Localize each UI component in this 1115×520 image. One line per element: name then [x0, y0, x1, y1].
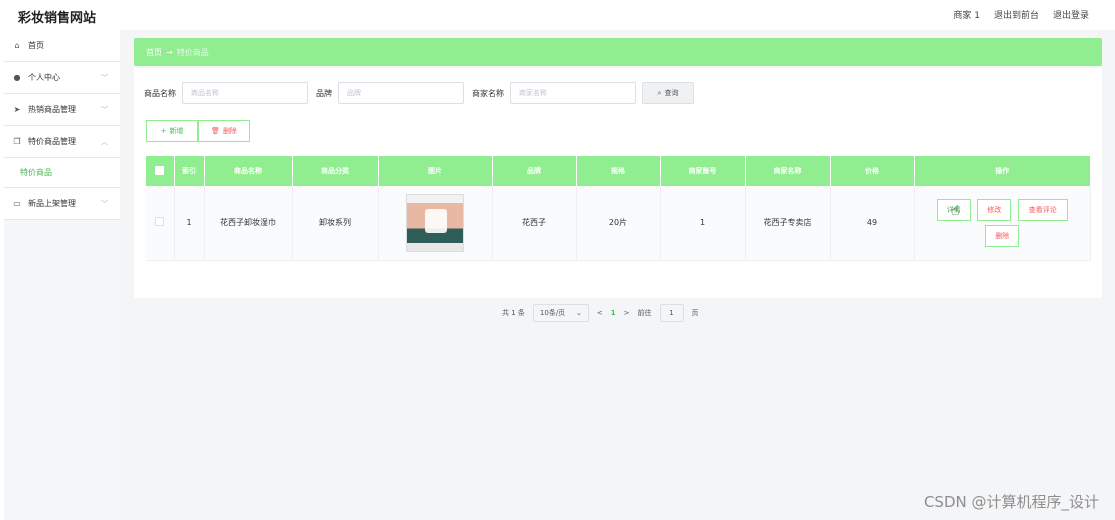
column-header[interactable]: 商品名称	[204, 156, 293, 186]
cell-merchant-account: 1	[660, 186, 746, 261]
breadcrumb-current: 特价商品	[176, 47, 209, 57]
chevron-down-icon: ﹀	[101, 74, 108, 82]
product-name-label: 商品名称	[144, 88, 176, 98]
merchant-name-label: 商家名称	[472, 88, 504, 98]
sidebar-item-label: 新品上架管理	[28, 199, 76, 208]
chevron-up-icon: ︿	[101, 138, 108, 146]
cell-merchant-name: 花西子专卖店	[745, 186, 831, 261]
add-button[interactable]: + 新增	[146, 120, 198, 142]
sidebar-item-new-products[interactable]: ▭ 新品上架管理 ﹀	[4, 188, 120, 220]
plus-icon: +	[160, 127, 167, 135]
home-icon: ⌂	[14, 41, 20, 50]
breadcrumb-arrow: →	[166, 47, 173, 57]
add-button-label: 新增	[169, 127, 184, 135]
column-header[interactable]: 索引	[174, 156, 205, 186]
column-header[interactable]: 价格	[830, 156, 915, 186]
select-all-checkbox-cell[interactable]	[146, 156, 175, 186]
breadcrumb: 首页 → 特价商品	[134, 38, 1102, 66]
chevron-down-icon: ﹀	[101, 200, 108, 208]
top-bar: 彩妆销售网站 商家 1 退出到前台 退出登录	[0, 0, 1115, 30]
goto-page-input[interactable]: 1	[659, 304, 684, 322]
page-size-value: 10条/页	[539, 309, 566, 317]
column-header[interactable]: 品牌	[492, 156, 577, 186]
merchant-account-link[interactable]: 商家 1	[953, 8, 980, 21]
breadcrumb-home[interactable]: 首页	[146, 47, 162, 58]
row-checkbox[interactable]	[155, 217, 165, 227]
send-icon: ➤	[13, 105, 21, 114]
search-button[interactable]: ⌕ 查询	[642, 82, 694, 104]
cell-price: 49	[830, 186, 915, 261]
product-name-input[interactable]	[182, 82, 308, 104]
column-header: 图片	[378, 156, 493, 186]
chevron-down-icon: ﹀	[101, 106, 108, 114]
product-table: 索引 商品名称 商品分类 图片 品牌 规格 商家账号 商家名称 价格 操作 1 …	[146, 156, 1091, 261]
user-icon: ●	[13, 73, 21, 82]
column-header[interactable]: 规格	[576, 156, 661, 186]
column-header[interactable]: 商家名称	[745, 156, 831, 186]
prev-page-button[interactable]: <	[597, 309, 603, 317]
next-page-button[interactable]: >	[624, 309, 630, 317]
logout-link[interactable]: 退出登录	[1053, 8, 1089, 21]
trash-icon: 🗑	[211, 127, 220, 135]
page-number[interactable]: 1	[611, 309, 616, 317]
cell-brand: 花西子	[492, 186, 577, 261]
brand-label: 品牌	[316, 88, 332, 98]
sidebar-item-personal-center[interactable]: ● 个人中心 ﹀	[4, 62, 120, 94]
merchant-name-input[interactable]	[510, 82, 636, 104]
chevron-down-icon: ⌄	[576, 309, 582, 317]
table-row: 1 花西子卸妆湿巾 卸妆系列 花西子 20片 1 花西子专卖店 49 详情 修改	[146, 186, 1091, 261]
action-bar: + 新增 🗑 删除	[146, 120, 250, 142]
page-size-select[interactable]: 10条/页 ⌄	[532, 304, 589, 322]
edit-button[interactable]: 修改	[977, 198, 1012, 221]
sidebar-item-hot-products[interactable]: ➤ 热销商品管理 ﹀	[4, 94, 120, 126]
column-header: 操作	[914, 156, 1091, 186]
box-icon: ▭	[13, 199, 21, 208]
copy-icon: ❐	[13, 137, 21, 146]
cell-product-name: 花西子卸妆湿巾	[204, 186, 293, 261]
column-header[interactable]: 商品分类	[292, 156, 379, 186]
page-unit-label: 页	[691, 309, 699, 317]
cell-operations: 详情 修改 查看评论 删除	[914, 186, 1091, 261]
cell-index: 1	[174, 186, 205, 261]
brand-input[interactable]	[338, 82, 464, 104]
search-button-label: 查询	[664, 89, 679, 97]
search-bar: 商品名称 品牌 商家名称 ⌕ 查询	[144, 82, 694, 104]
pager-total: 共 1 条	[502, 309, 525, 317]
sidebar-item-home[interactable]: ⌂ 首页	[4, 30, 120, 62]
select-all-checkbox[interactable]	[155, 165, 165, 175]
search-icon: ⌕	[657, 88, 662, 97]
sidebar-item-label: 首页	[28, 41, 44, 50]
sidebar-item-label: 个人中心	[28, 73, 60, 82]
sidebar-item-label: 特价商品管理	[28, 137, 76, 146]
main-content: 首页 → 特价商品 商品名称 品牌 商家名称 ⌕ 查询 + 新增 🗑 删除	[120, 30, 1115, 520]
top-links: 商家 1 退出到前台 退出登录	[953, 8, 1089, 21]
cell-image	[378, 186, 493, 261]
exit-to-frontend-link[interactable]: 退出到前台	[994, 8, 1039, 21]
delete-button-label: 删除	[222, 127, 237, 135]
column-header[interactable]: 商家账号	[660, 156, 746, 186]
sidebar-subitem-special-products[interactable]: 特价商品	[4, 158, 120, 188]
cell-category: 卸妆系列	[292, 186, 379, 261]
mouse-cursor-icon: ☝	[951, 203, 960, 219]
sidebar-item-special-products[interactable]: ❐ 特价商品管理 ︿	[4, 126, 120, 158]
row-delete-button[interactable]: 删除	[985, 224, 1020, 247]
watermark: CSDN @计算机程序_设计	[923, 493, 1099, 511]
sidebar: ⌂ 首页 ● 个人中心 ﹀ ➤ 热销商品管理 ﹀ ❐ 特价商品管理 ︿ 特价商品…	[4, 30, 120, 520]
cell-spec: 20片	[576, 186, 661, 261]
view-reviews-button[interactable]: 查看评论	[1017, 198, 1068, 221]
batch-delete-button[interactable]: 🗑 删除	[198, 120, 250, 142]
product-image	[406, 193, 464, 252]
app-title: 彩妆销售网站	[18, 11, 97, 26]
row-checkbox-cell[interactable]	[146, 186, 175, 261]
goto-label: 前往	[637, 309, 652, 317]
product-panel: 商品名称 品牌 商家名称 ⌕ 查询 + 新增 🗑 删除	[134, 68, 1102, 322]
pagination: 共 1 条 10条/页 ⌄ < 1 > 前往 1 页	[502, 304, 699, 322]
table-header-row: 索引 商品名称 商品分类 图片 品牌 规格 商家账号 商家名称 价格 操作	[146, 156, 1091, 186]
sidebar-item-label: 热销商品管理	[28, 105, 76, 114]
